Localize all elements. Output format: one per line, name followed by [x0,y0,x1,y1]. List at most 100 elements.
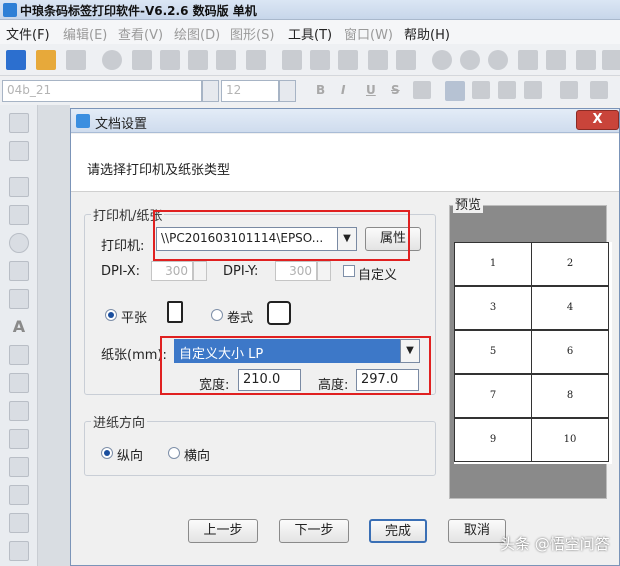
table-tool-icon[interactable] [9,429,29,449]
preview-cell: 1 [454,242,532,286]
bold-button[interactable]: B [316,83,325,97]
arc-tool-icon[interactable] [9,513,29,533]
preview-cell: 5 [454,330,532,374]
preview-cell: 2 [531,242,609,286]
preview-cell: 3 [454,286,532,330]
font-name-dropdown-icon[interactable] [202,80,219,102]
roll-radio[interactable] [211,309,223,321]
landscape-label: 横向 [184,449,211,464]
finish-button[interactable]: 完成 [369,519,427,543]
data-source-icon[interactable] [216,50,236,70]
shape-tool-icon[interactable] [9,289,29,309]
align-center-icon[interactable] [472,81,490,99]
print-preview-icon[interactable] [160,50,180,70]
align-left-icon[interactable] [445,81,465,101]
dpi-x-spin-icon[interactable] [193,261,207,281]
flat-sheet-icon [167,301,183,323]
italic-button[interactable]: I [341,83,345,97]
preview-label: 预览 [453,194,484,213]
ellipse-tool-icon[interactable] [9,233,29,253]
zoom-out-icon[interactable] [460,50,480,70]
dialog-title-bar: 文档设置 X [71,109,619,133]
stamp-tool-icon[interactable] [9,457,29,477]
preview-panel: 1 2 3 4 5 6 7 8 9 10 [449,205,612,499]
menu-tools[interactable]: 工具(T) [288,24,332,43]
custom-dpi-checkbox[interactable] [343,265,355,277]
pan-tool-icon[interactable] [9,141,29,161]
preview-cell: 9 [454,418,532,462]
open-folder-icon[interactable] [36,50,56,70]
next-button[interactable]: 下一步 [279,519,349,543]
paragraph-tool-icon[interactable] [9,345,29,365]
menu-help[interactable]: 帮助(H) [404,24,450,43]
format-toolbar: 04b_21 12 B I U S [0,77,620,105]
more-icon[interactable] [602,50,620,70]
align-icon[interactable] [518,50,538,70]
qrcode-tool-icon[interactable] [9,401,29,421]
flat-sheet-radio[interactable] [105,309,117,321]
zoom-in-icon[interactable] [432,50,452,70]
menu-window[interactable]: 窗口(W) [344,24,393,43]
database-icon[interactable] [188,50,208,70]
watermark: 头条 @悟空问答 [500,535,610,553]
grid-icon[interactable] [246,50,266,70]
rectangle-tool-icon[interactable] [9,205,29,225]
app-title: 中琅条码标签打印软件-V6.2.6 数码版 单机 [20,4,257,18]
previous-button[interactable]: 上一步 [188,519,258,543]
main-toolbar [0,44,620,76]
preview-page: 1 2 3 4 5 6 7 8 9 10 [454,242,612,464]
dpi-y-field[interactable]: 300 [275,261,317,281]
dialog-title: 文档设置 [95,117,148,132]
print-icon[interactable] [132,50,152,70]
image-tool-icon[interactable] [9,261,29,281]
distribute-icon[interactable] [546,50,566,70]
copy-icon[interactable] [310,50,330,70]
cancel-button[interactable]: 取消 [448,519,506,543]
dpi-y-label: DPI-Y: [223,264,259,279]
font-effect-icon[interactable] [413,81,431,99]
justify-icon[interactable] [524,81,542,99]
font-size-field[interactable]: 12 [221,80,279,102]
zoom-fit-icon[interactable] [488,50,508,70]
paste-icon[interactable] [338,50,358,70]
settings-icon[interactable] [102,50,122,70]
roll-label: 卷式 [227,311,254,326]
menu-file[interactable]: 文件(F) [6,24,50,43]
underline-button[interactable]: U [366,83,376,97]
font-name-field[interactable]: 04b_21 [2,80,202,102]
save-icon[interactable] [66,50,86,70]
new-document-icon[interactable] [6,50,26,70]
landscape-radio[interactable] [168,447,180,459]
line-spacing-icon[interactable] [590,81,608,99]
paper-size-label: 纸张(mm): [101,348,167,363]
close-button[interactable]: X [576,110,619,130]
curve-tool-icon[interactable] [9,485,29,505]
dpi-x-field[interactable]: 300 [151,261,193,281]
polygon-tool-icon[interactable] [9,541,29,561]
text-tool-icon[interactable]: A [9,317,29,337]
spacing-icon[interactable] [560,81,578,99]
dpi-y-spin-icon[interactable] [317,261,331,281]
line-tool-icon[interactable] [9,177,29,197]
portrait-radio[interactable] [101,447,113,459]
strikethrough-button[interactable]: S [391,83,400,97]
barcode-tool-icon[interactable] [9,373,29,393]
menu-shape[interactable]: 图形(S) [230,24,274,43]
align-right-icon[interactable] [498,81,516,99]
menu-draw[interactable]: 绘图(D) [174,24,220,43]
paper-highlight-box [160,336,431,395]
font-size-dropdown-icon[interactable] [279,80,296,102]
menu-view[interactable]: 查看(V) [118,24,163,43]
preview-cell: 7 [454,374,532,418]
feed-direction-group: 进纸方向 [84,412,436,476]
barcode-icon[interactable] [576,50,596,70]
pointer-tool-icon[interactable] [9,113,29,133]
undo-icon[interactable] [368,50,388,70]
cut-icon[interactable] [282,50,302,70]
document-settings-dialog: 文档设置 X 请选择打印机及纸张类型 打印机/纸张 打印机: \\PC20160… [70,108,620,566]
dialog-logo-icon [76,114,90,128]
menu-edit[interactable]: 编辑(E) [63,24,107,43]
preview-cell: 6 [531,330,609,374]
app-title-bar: 中琅条码标签打印软件-V6.2.6 数码版 单机 [0,0,620,20]
redo-icon[interactable] [396,50,416,70]
